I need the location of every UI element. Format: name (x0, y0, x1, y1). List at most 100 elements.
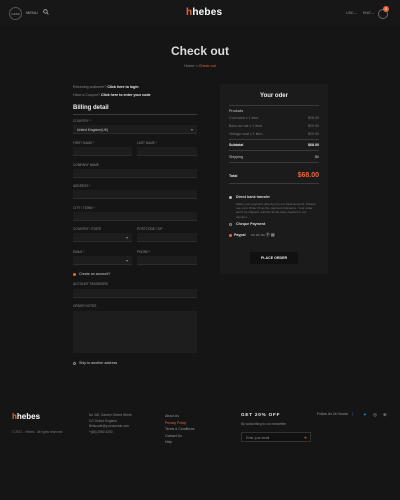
email-label: EMAIL * (73, 250, 85, 254)
line-item-price: $20.00 (308, 124, 319, 128)
footer-address: No 340, Garden Oxford Street, CO Oxford … (89, 413, 149, 435)
order-summary-card: Your oder Products Cool sock x 1 item $2… (220, 84, 328, 274)
coupon-link[interactable]: Click here to enter your code (101, 93, 151, 97)
menu-label[interactable]: MENU (26, 10, 38, 15)
coupon-notice: Have a Coupon? Click here to enter your … (73, 93, 151, 97)
twitter-icon[interactable]: ✦ (363, 412, 367, 418)
order-line-item: Boho art cat x 1 item $20.00 (229, 124, 319, 128)
last-name-field[interactable] (137, 147, 197, 156)
county-label: COUNTRY / STATE (73, 227, 102, 231)
line-item-price: $28.00 (308, 116, 319, 120)
footer-link-help[interactable]: Help (165, 439, 194, 446)
page-title: Check out (170, 44, 229, 58)
address-field[interactable] (73, 190, 197, 199)
city-label: CITY / TOWN * (73, 206, 95, 210)
submit-arrow-icon[interactable]: ➜ (304, 435, 307, 440)
total-value: $68.00 (297, 172, 319, 179)
coupon-text: Have a Coupon? (73, 93, 100, 97)
returning-customer-notice: Returning customer? Click here to login (73, 85, 139, 89)
billing-title: Billing detail (73, 105, 109, 111)
products-label: Products (229, 109, 244, 113)
newsletter-subtitle: By subscribing to our newsletter (241, 422, 287, 426)
breadcrumb: Home » Check out (0, 64, 400, 68)
order-divider (229, 183, 319, 184)
facebook-icon[interactable]: f (352, 412, 353, 417)
city-field[interactable] (73, 212, 197, 221)
footer-logo-text: hebes (16, 412, 41, 421)
breadcrumb-current: Check out (198, 64, 216, 68)
order-line-item: Vintage coat x 1 item $20.00 (229, 132, 319, 136)
products-header: Products (229, 109, 319, 113)
mastercard-icon: ▭ (251, 232, 255, 237)
county-select[interactable] (73, 233, 132, 242)
pinterest-icon[interactable]: ⊕ (383, 412, 387, 418)
site-header: KASS MENU hhebes USD ⌄ ENG ⌄ 0 (0, 0, 400, 26)
login-link[interactable]: Click here to login (107, 85, 138, 89)
paypal-icon: Ⓟ (265, 232, 270, 237)
order-notes-textarea[interactable] (73, 311, 197, 353)
paypal-radio[interactable] (229, 234, 232, 237)
site-logo[interactable]: hhebes (186, 7, 222, 18)
cheque-radio[interactable] (229, 223, 232, 226)
breadcrumb-home[interactable]: Home (184, 64, 194, 68)
email-placeholder: Enter your email (246, 436, 270, 440)
country-value: United Kingdom(UK) (77, 127, 109, 132)
subtotal-row: Subtotal $68.00 (229, 143, 319, 147)
bank-transfer-radio[interactable] (229, 196, 232, 199)
line-item-name: Cool sock x 1 item (229, 116, 259, 120)
email-field[interactable] (73, 256, 132, 265)
payment-card-icons: ▭ ▭ ▭ Ⓟ ▦ (251, 232, 275, 238)
order-line-item: Cool sock x 1 item $28.00 (229, 116, 319, 120)
menu-toggle-circle[interactable]: KASS (9, 7, 22, 20)
footer-logo[interactable]: hhebes (12, 412, 40, 421)
ship-different-label: Ship to another address (79, 361, 118, 365)
company-field[interactable] (73, 169, 197, 178)
total-label: Total (229, 174, 238, 178)
discover-icon: ▦ (270, 232, 275, 237)
footer-links: About Us Privacy Policy Terms & Conditio… (165, 413, 194, 446)
last-name-label: LAST NAME * (137, 141, 158, 145)
paypal-label: Paypal (234, 233, 246, 237)
create-account-checkbox[interactable] (73, 273, 76, 276)
visa-icon: ▭ (255, 232, 260, 237)
country-select[interactable]: United Kingdom(UK) (73, 125, 197, 134)
line-item-name: Boho art cat x 1 item (229, 124, 262, 128)
shipping-label: Shipping (229, 155, 243, 159)
order-divider (229, 105, 319, 106)
chevron-down-icon (191, 128, 193, 131)
bank-transfer-description: Make your payment directly into our bank… (236, 202, 316, 219)
first-name-field[interactable] (73, 147, 132, 156)
language-select[interactable]: ENG ⌄ (363, 11, 375, 15)
currency-select[interactable]: USD ⌄ (346, 11, 358, 15)
search-icon[interactable] (43, 9, 49, 15)
instagram-icon[interactable]: ◎ (373, 412, 377, 418)
total-row: Total $68.00 (229, 172, 319, 179)
phone-field[interactable] (137, 256, 197, 265)
order-divider (229, 162, 319, 163)
chevron-down-icon (126, 236, 128, 239)
shipping-row: Shipping $0 (229, 155, 319, 159)
order-title: Your oder (260, 93, 288, 99)
amex-icon: ▭ (260, 232, 265, 237)
billing-divider (73, 114, 197, 115)
cheque-label: Cheque Payment (236, 222, 266, 226)
country-label: COUNTRY * (73, 119, 91, 123)
newsletter-email-input[interactable]: Enter your email ➜ (241, 432, 311, 442)
shipping-value: $0 (315, 155, 319, 159)
newsletter-offer-title: GET 20% OFF (241, 412, 281, 417)
account-password-label: ACCOUNT PASSWORD (73, 282, 108, 286)
line-item-price: $20.00 (308, 132, 319, 136)
phone-label: PHONE * (137, 250, 151, 254)
bank-transfer-label: Direct bank transfer (236, 195, 270, 199)
logo-text: hebes (192, 7, 223, 18)
footer-link-terms[interactable]: Terms & Conditions (165, 426, 194, 433)
address-line: +(84) 2050 3200 (89, 429, 113, 434)
create-account-label: Create an account? (79, 272, 111, 276)
returning-text: Returning customer? (73, 85, 107, 89)
postcode-field[interactable] (137, 233, 197, 242)
place-order-button[interactable]: PLACE ORDER (250, 252, 298, 264)
follow-label: Follow Us On Social (317, 412, 348, 416)
account-password-field[interactable] (73, 289, 197, 298)
ship-different-checkbox[interactable] (73, 362, 76, 365)
postcode-label: POSTCODE / ZIP (137, 227, 163, 231)
